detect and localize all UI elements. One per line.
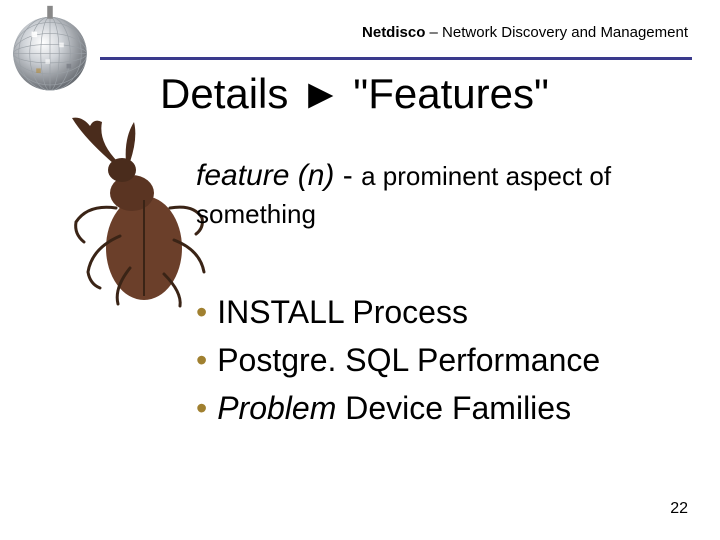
bullet-3a: Problem	[217, 390, 336, 426]
definition-term: feature (n)	[196, 159, 334, 192]
header-text: Netdisco – Network Discovery and Managem…	[362, 24, 688, 41]
bullet-1: •INSTALL Process	[196, 288, 600, 336]
bullet-2: •Postgre. SQL Performance	[196, 336, 600, 384]
bullet-3b: Device Families	[336, 390, 571, 426]
bullet-1b: Process	[343, 294, 467, 330]
slide-title: Details ► "Features"	[160, 70, 549, 118]
discoball-icon	[4, 4, 96, 96]
header-rule	[100, 57, 692, 60]
bullet-list: •INSTALL Process •Postgre. SQL Performan…	[196, 288, 600, 432]
beetle-image	[54, 108, 214, 308]
definition-body2: something	[196, 199, 316, 229]
bullet-3: •Problem Device Families	[196, 384, 600, 432]
header-bold: Netdisco	[362, 24, 425, 41]
page-number: 22	[670, 500, 688, 518]
definition-dash: -	[334, 159, 361, 192]
bullet-1a: INSTALL	[217, 294, 343, 330]
bullet-2-text: Postgre. SQL Performance	[217, 342, 600, 378]
definition-body1: a prominent aspect of	[361, 161, 611, 191]
header-rest: – Network Discovery and Management	[425, 24, 688, 41]
definition-block: feature (n) - a prominent aspect of some…	[196, 156, 676, 232]
